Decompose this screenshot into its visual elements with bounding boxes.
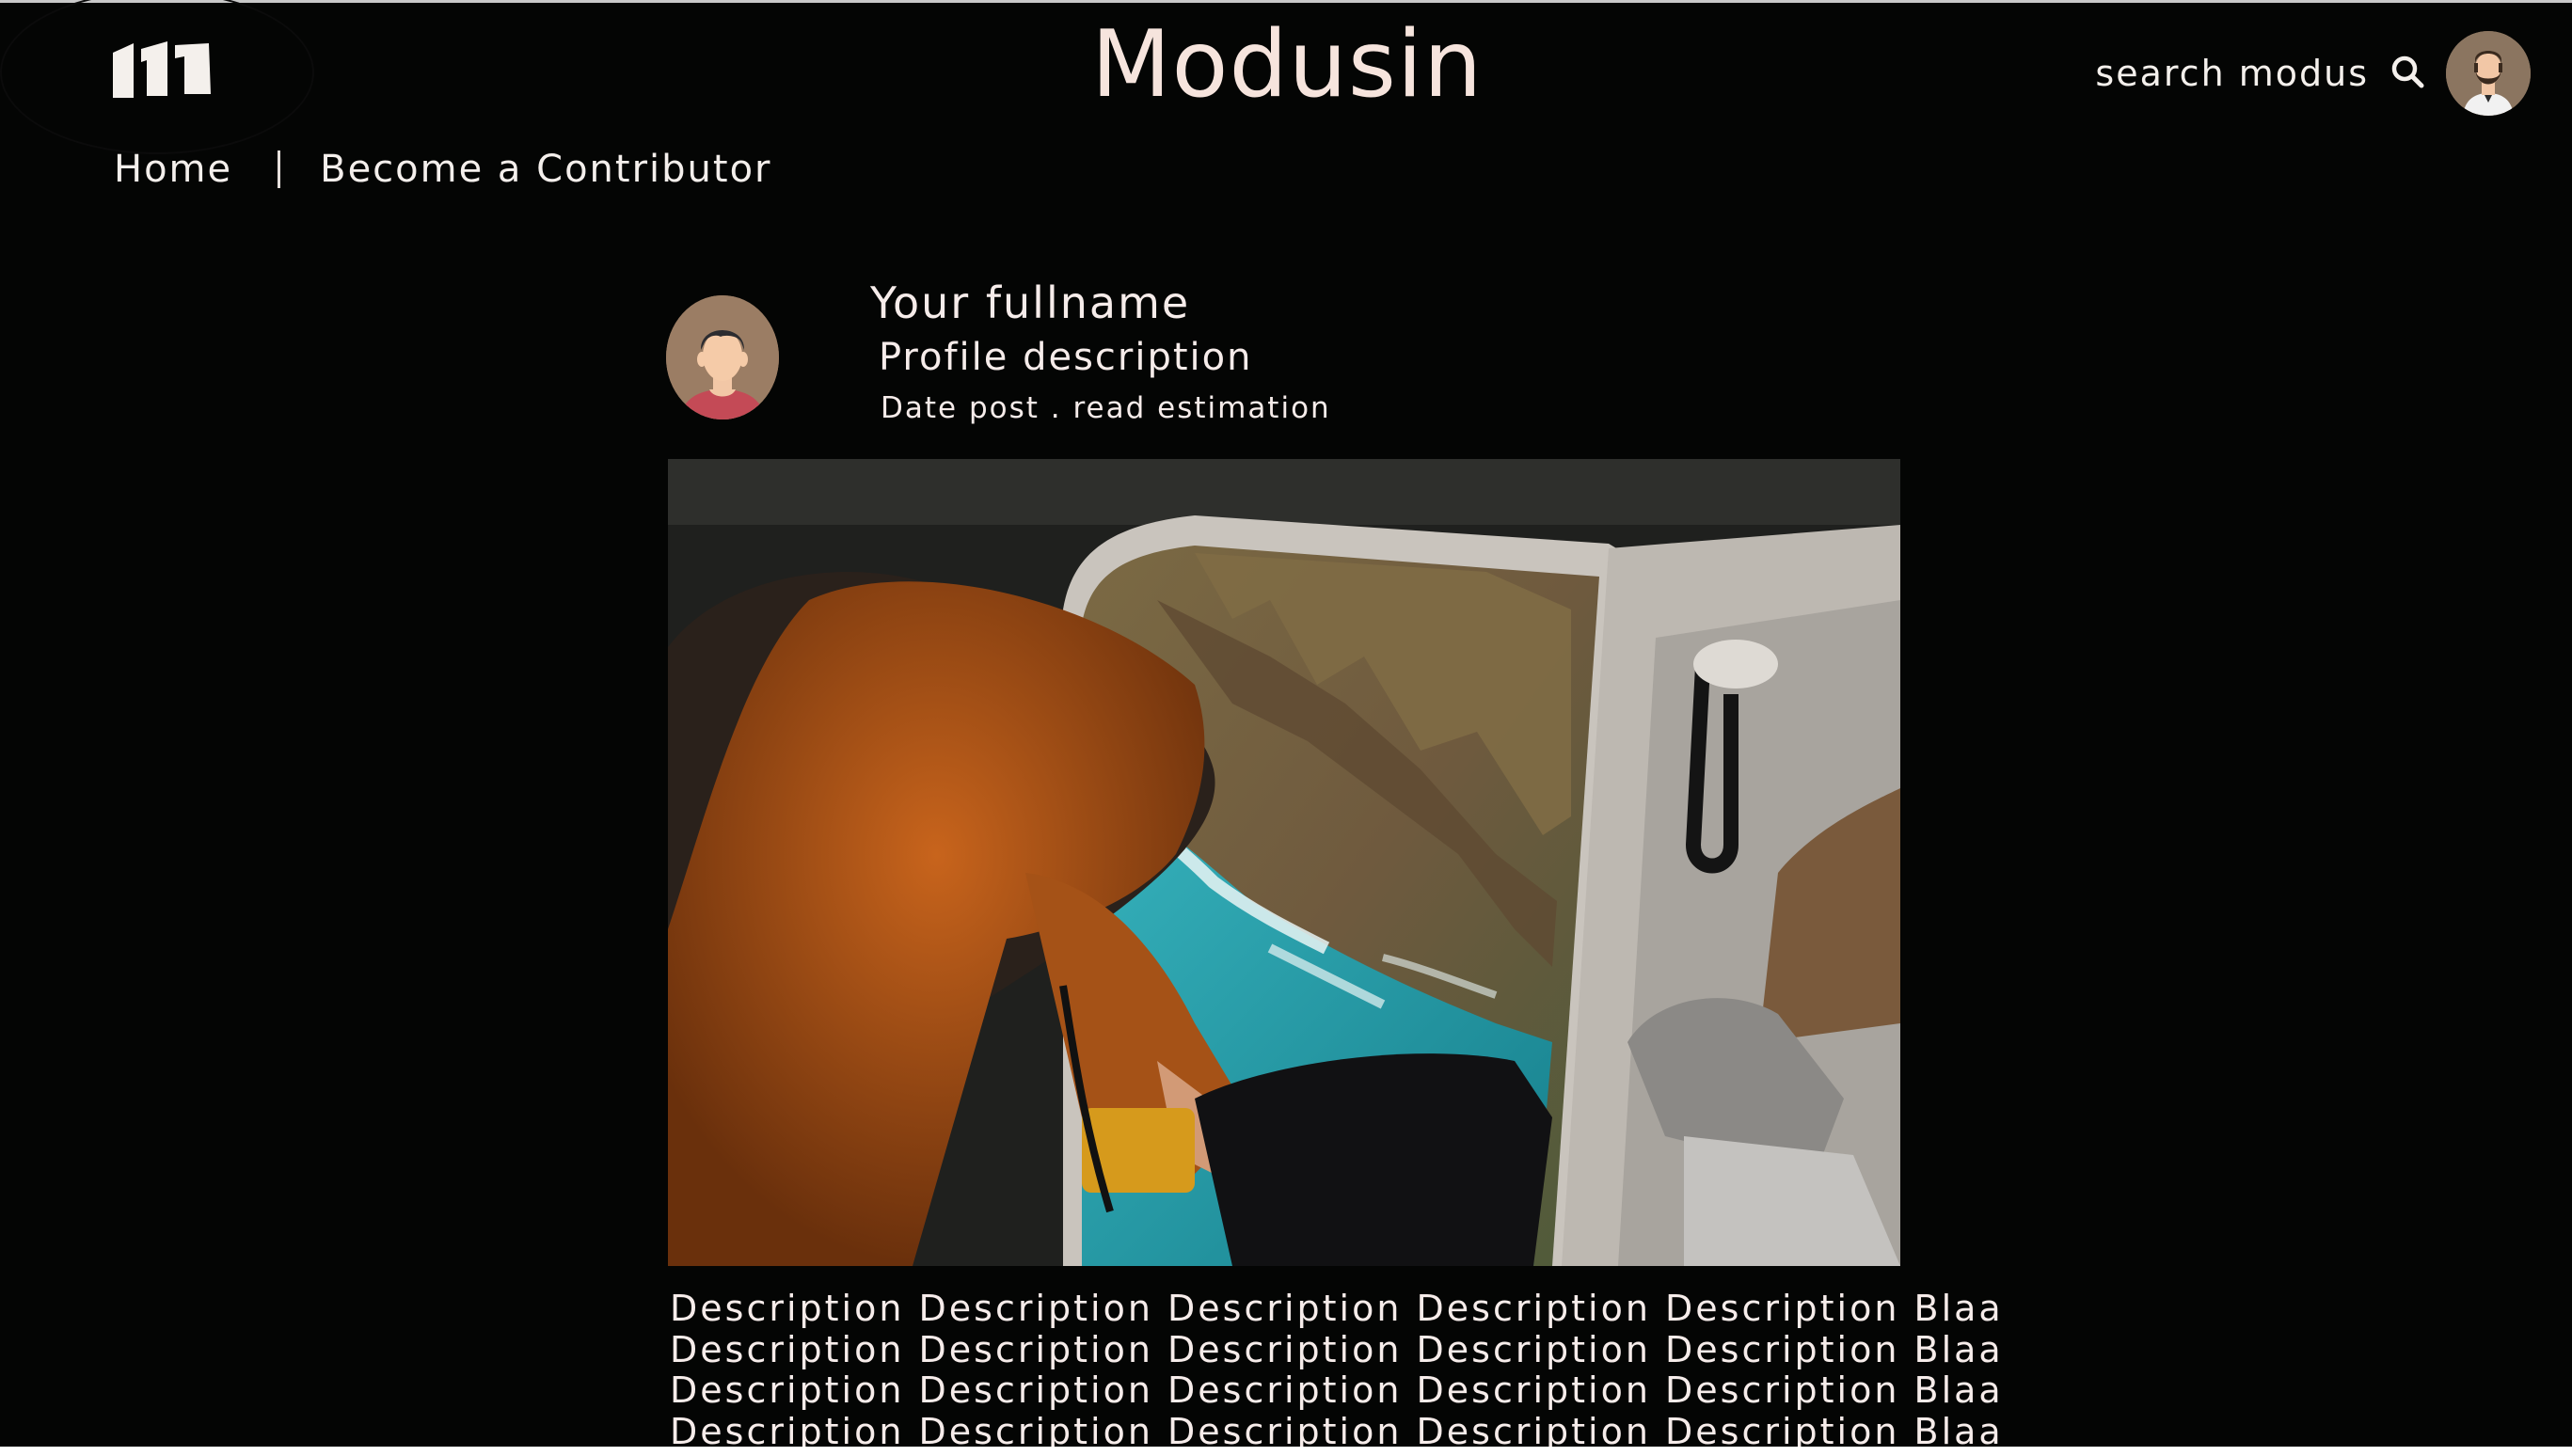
nav-home[interactable]: Home [114, 148, 232, 191]
search-label[interactable]: search modus [2095, 53, 2369, 94]
bearded-man-avatar-icon[interactable] [2446, 31, 2531, 116]
author-fullname[interactable]: Your fullname [870, 275, 1190, 331]
author-description: Profile description [879, 336, 1253, 379]
article-line: Description Description Description Desc… [670, 1328, 2004, 1370]
bottom-margin [0, 1447, 2572, 1456]
main-nav: Home Become a Contributor [114, 143, 772, 196]
page: Modusin search modus Home Become a Contr… [0, 0, 2572, 1447]
nav-divider [278, 150, 281, 188]
top-border [0, 0, 2572, 3]
nav-become-contributor[interactable]: Become a Contributor [320, 148, 771, 191]
article-line: Description Description Description Desc… [670, 1369, 2004, 1411]
article-line: Description Description Description Desc… [670, 1410, 2004, 1447]
person-avatar-icon[interactable] [666, 295, 779, 419]
hero-image [668, 459, 1900, 1266]
post-meta: Date post . read estimation [881, 391, 1331, 425]
search-icon[interactable] [2389, 54, 2425, 93]
article-line: Description Description Description Desc… [670, 1288, 2004, 1329]
modusin-m-logo-icon[interactable] [109, 40, 214, 103]
site-title[interactable]: Modusin [1091, 13, 1482, 117]
search-bar[interactable]: search modus [2095, 49, 2425, 98]
article-body: Description Description Description Desc… [670, 1288, 2004, 1447]
